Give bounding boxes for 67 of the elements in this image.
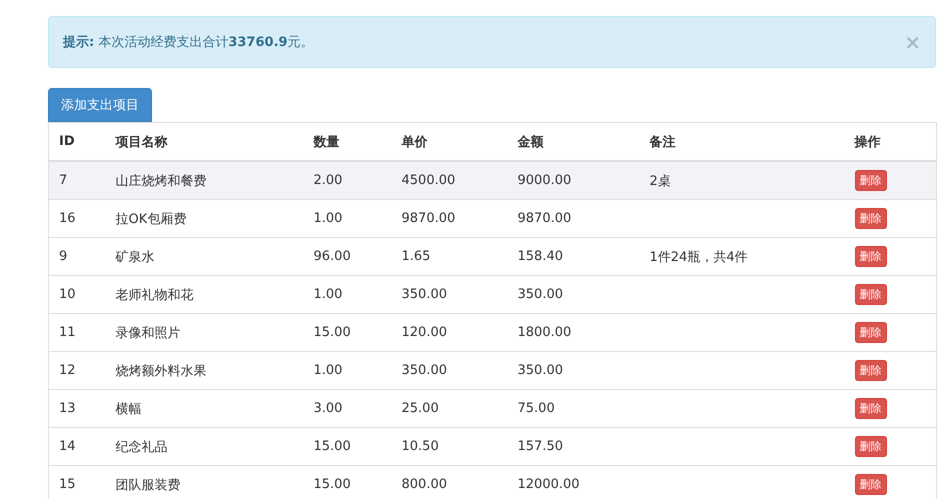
- id-cell: 11: [59, 325, 76, 340]
- price-cell: 120.00: [402, 325, 447, 340]
- table-row[interactable]: 16 拉OK包厢费 1.00 9870.00 9870.00 删除: [48, 200, 936, 238]
- id-cell: 14: [59, 439, 76, 454]
- table-row[interactable]: 12 烧烤额外料水果 1.00 350.00 350.00 删除: [48, 352, 936, 390]
- note-cell: 2桌: [650, 174, 671, 188]
- price-cell: 10.50: [402, 439, 439, 454]
- amount-cell: 350.00: [518, 287, 563, 302]
- name-cell: 山庄烧烤和餐费: [116, 174, 206, 188]
- name-cell: 团队服装费: [116, 478, 180, 492]
- quantity-cell: 2.00: [314, 173, 342, 188]
- delete-button[interactable]: 删除: [854, 436, 886, 457]
- note-cell: 1件24瓶，共4件: [650, 250, 748, 264]
- name-cell: 纪念礼品: [116, 440, 168, 454]
- price-cell: 1.65: [402, 249, 430, 264]
- price-cell: 800.00: [402, 477, 447, 492]
- name-cell: 矿泉水: [116, 250, 154, 264]
- quantity-cell: 3.00: [314, 401, 342, 416]
- name-cell: 录像和照片: [116, 326, 180, 340]
- quantity-cell: 15.00: [314, 325, 351, 340]
- quantity-cell: 1.00: [314, 363, 342, 378]
- quantity-cell: 15.00: [314, 439, 351, 454]
- amount-cell: 158.40: [518, 249, 563, 264]
- add-item-button[interactable]: 添加支出项目: [48, 88, 152, 122]
- id-cell: 9: [59, 249, 68, 264]
- price-cell: 25.00: [402, 401, 439, 416]
- name-cell: 拉OK包厢费: [116, 212, 186, 226]
- table-row[interactable]: 11 录像和照片 15.00 120.00 1800.00 删除: [48, 314, 936, 352]
- delete-button[interactable]: 删除: [854, 474, 886, 495]
- id-cell: 7: [59, 173, 68, 188]
- name-cell: 烧烤额外料水果: [116, 364, 206, 378]
- quantity-cell: 1.00: [314, 211, 342, 226]
- delete-button[interactable]: 删除: [854, 284, 886, 305]
- amount-cell: 157.50: [518, 439, 563, 454]
- table-row[interactable]: 15 团队服装费 15.00 800.00 12000.00 删除: [48, 466, 936, 499]
- id-cell: 13: [59, 401, 76, 416]
- table-row[interactable]: 14 纪念礼品 15.00 10.50 157.50 删除: [48, 428, 936, 466]
- price-cell: 4500.00: [402, 173, 456, 188]
- table-row[interactable]: 10 老师礼物和花 1.00 350.00 350.00 删除: [48, 276, 936, 314]
- name-cell: 横幅: [116, 402, 142, 416]
- name-cell: 老师礼物和花: [116, 288, 194, 302]
- table-row[interactable]: 13 横幅 3.00 25.00 75.00 删除: [48, 390, 936, 428]
- delete-button[interactable]: 删除: [854, 170, 886, 191]
- delete-button[interactable]: 删除: [854, 246, 886, 267]
- amount-cell: 9870.00: [518, 211, 572, 226]
- id-cell: 10: [59, 287, 76, 302]
- price-cell: 9870.00: [402, 211, 456, 226]
- price-cell: 350.00: [402, 363, 447, 378]
- amount-cell: 350.00: [518, 363, 563, 378]
- alert-message: 提示: 本次活动经费支出合计33760.9元。: [63, 34, 314, 51]
- amount-cell: 9000.00: [518, 173, 572, 188]
- amount-cell: 1800.00: [518, 325, 572, 340]
- delete-button[interactable]: 删除: [854, 322, 886, 343]
- amount-cell: 75.00: [518, 401, 555, 416]
- delete-button[interactable]: 删除: [854, 398, 886, 419]
- amount-cell: 12000.00: [518, 477, 580, 492]
- price-cell: 350.00: [402, 287, 447, 302]
- delete-button[interactable]: 删除: [854, 360, 886, 381]
- quantity-cell: 1.00: [314, 287, 342, 302]
- delete-button[interactable]: 删除: [854, 208, 886, 229]
- quantity-cell: 15.00: [314, 477, 351, 492]
- table-row[interactable]: 7 山庄烧烤和餐费 2.00 4500.00 9000.00 2桌 删除: [48, 161, 936, 200]
- id-cell: 15: [59, 477, 76, 492]
- quantity-cell: 96.00: [314, 249, 351, 264]
- table-row[interactable]: 9 矿泉水 96.00 1.65 158.40 1件24瓶，共4件 删除: [48, 238, 936, 276]
- id-cell: 16: [59, 211, 76, 226]
- id-cell: 12: [59, 363, 76, 378]
